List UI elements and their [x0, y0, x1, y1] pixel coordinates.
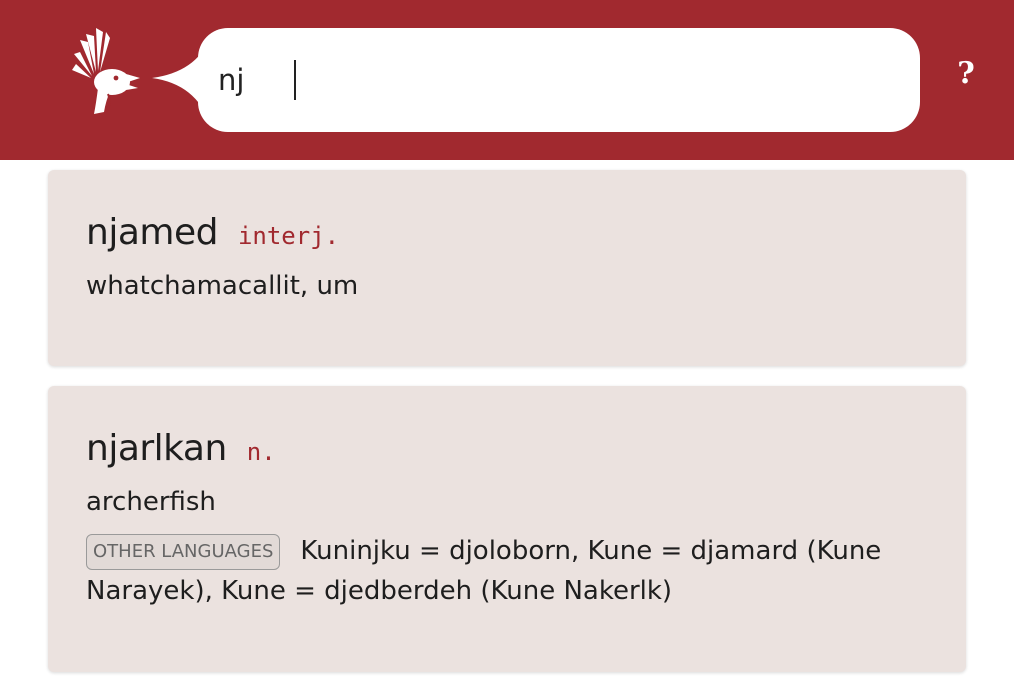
headword: njarlkan	[86, 428, 227, 469]
header-bar: ?	[0, 0, 1014, 160]
gloss: archerfish	[86, 487, 216, 517]
entry-card[interactable]: njamed interj. whatchamacallit, um	[48, 170, 966, 366]
other-languages-badge: OTHER LANGUAGES	[86, 534, 281, 570]
search-input[interactable]	[218, 54, 818, 106]
search-bubble	[150, 28, 920, 132]
entry-header: njarlkan n.	[86, 428, 928, 469]
part-of-speech: interj.	[237, 222, 340, 250]
headword: njamed	[86, 212, 218, 253]
gloss: whatchamacallit, um	[86, 271, 359, 301]
entry-header: njamed interj.	[86, 212, 928, 253]
bird-logo-icon[interactable]	[66, 26, 146, 118]
other-languages: OTHER LANGUAGES Kuninjku = djoloborn, Kun…	[86, 531, 928, 611]
text-caret	[294, 60, 296, 100]
help-icon[interactable]: ?	[952, 56, 980, 92]
entry-card[interactable]: njarlkan n. archerfish OTHER LANGUAGES Ku…	[48, 386, 966, 672]
part-of-speech: n.	[246, 438, 276, 466]
results-list: njamed interj. whatchamacallit, um njarl…	[48, 170, 966, 692]
search-box	[198, 28, 920, 132]
